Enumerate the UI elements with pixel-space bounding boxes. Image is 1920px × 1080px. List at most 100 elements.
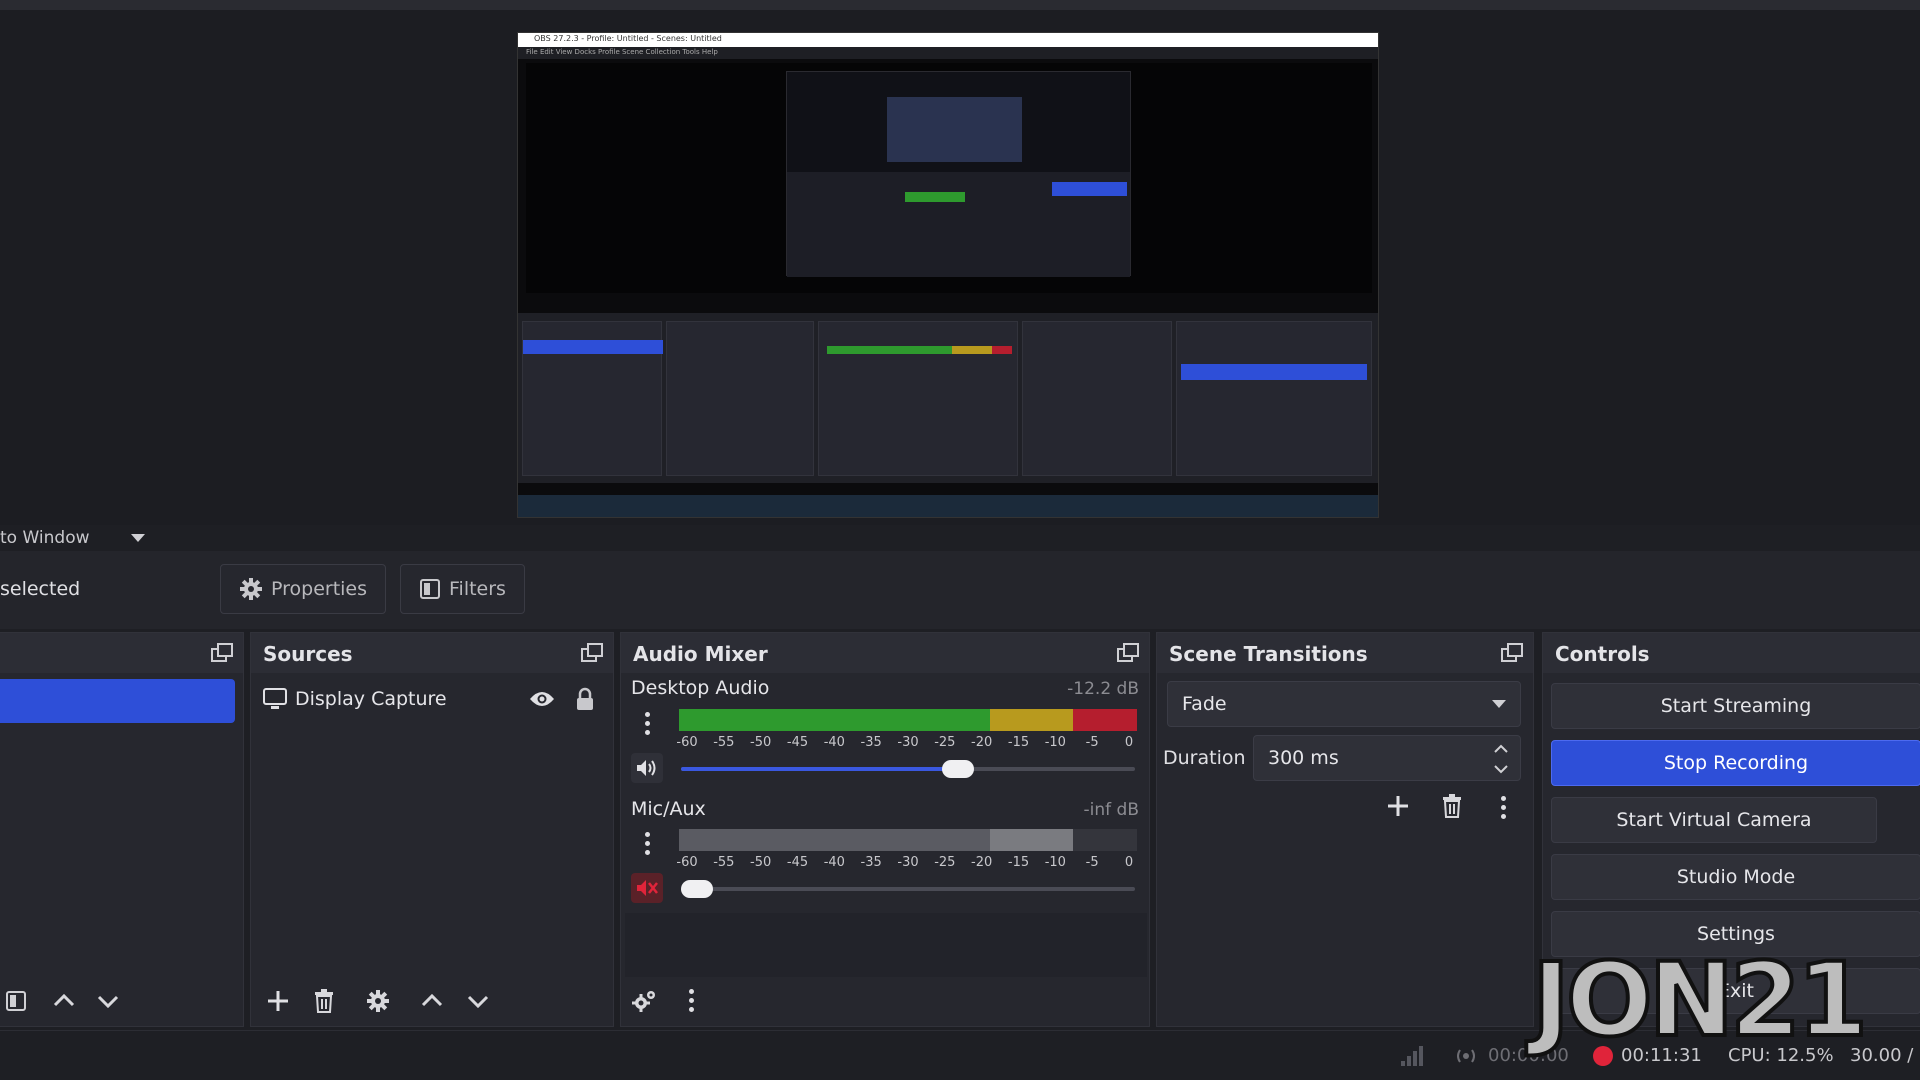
stop-recording-button[interactable]: Stop Recording	[1551, 740, 1920, 786]
scenes-dock-header	[0, 633, 243, 673]
nested-title-bar: OBS 27.2.3 - Profile: Untitled - Scenes:…	[518, 33, 1378, 47]
undock-icon[interactable]	[1501, 643, 1523, 663]
scene-transitions-dock: Scene Transitions Fade Duration 300 ms	[1156, 632, 1534, 1027]
undock-icon[interactable]	[1117, 643, 1139, 663]
meter-tick-label: -55	[713, 735, 735, 750]
start-virtual-camera-button[interactable]: Start Virtual Camera	[1551, 797, 1877, 843]
duration-spinbox[interactable]: 300 ms	[1253, 735, 1521, 781]
channel-db-mic-aux: -inf dB	[1083, 800, 1139, 820]
mixer-empty-area	[625, 913, 1147, 977]
move-source-down-icon[interactable]	[459, 982, 497, 1020]
scale-dropdown-caret-icon[interactable]	[131, 534, 145, 542]
meter-tick-label: -35	[860, 855, 882, 870]
filters-label: Filters	[449, 578, 506, 600]
audio-mixer-title: Audio Mixer	[633, 642, 768, 666]
no-source-selected-label: selected	[0, 578, 81, 600]
chevron-down-icon	[1492, 700, 1506, 708]
spin-arrows-icon[interactable]	[1492, 740, 1510, 778]
controls-header: Controls	[1543, 633, 1920, 673]
nested-menu-text: File Edit View Docks Profile Scene Colle…	[526, 48, 718, 56]
mic-aux-volume-track[interactable]	[681, 887, 1135, 891]
meter-tick-label: -25	[934, 855, 956, 870]
transition-menu-icon[interactable]	[1487, 789, 1519, 825]
network-signal-icon	[1401, 1046, 1423, 1066]
desktop-audio-volume-knob[interactable]	[941, 760, 974, 778]
nested-menu-bar: File Edit View Docks Profile Scene Colle…	[518, 47, 1378, 59]
meter-tick-label: -10	[1044, 855, 1066, 870]
desktop-audio-menu-icon[interactable]	[631, 705, 663, 741]
channel-db-desktop-audio: -12.2 dB	[1067, 679, 1139, 699]
source-item[interactable]: Display Capture	[263, 679, 603, 719]
speaker-icon[interactable]	[631, 753, 663, 783]
scenes-dock	[0, 632, 244, 1027]
meter-tick-label: -40	[823, 855, 845, 870]
source-properties-gear-icon[interactable]	[359, 982, 397, 1020]
meter-tick-label: -45	[786, 855, 809, 870]
filters-icon	[420, 579, 440, 599]
meter-segment	[990, 829, 1073, 851]
scenes-toolbar	[0, 978, 243, 1026]
sources-toolbar	[251, 978, 613, 1026]
channel-name-mic-aux: Mic/Aux	[631, 798, 706, 820]
nested-taskbar	[518, 495, 1378, 517]
scene-item-selected[interactable]	[0, 679, 235, 723]
move-source-up-icon[interactable]	[413, 982, 451, 1020]
duration-value: 300 ms	[1268, 747, 1339, 769]
meter-tick-label: -20	[971, 735, 993, 750]
meter-segment	[1072, 709, 1137, 731]
nested-docks	[518, 313, 1378, 483]
audio-mixer-header: Audio Mixer	[621, 633, 1149, 673]
add-transition-icon[interactable]	[1379, 787, 1417, 825]
move-scene-up-icon[interactable]	[45, 982, 83, 1020]
scale-to-window-label[interactable]: to Window	[0, 528, 90, 548]
undock-icon[interactable]	[581, 643, 603, 663]
audio-mixer-toolbar	[621, 978, 1149, 1026]
transition-select[interactable]: Fade	[1167, 681, 1521, 727]
filters-button[interactable]: Filters	[400, 564, 525, 614]
lock-icon[interactable]	[575, 687, 595, 711]
muted-mic-icon[interactable]	[631, 873, 663, 903]
scene-transitions-header: Scene Transitions	[1157, 633, 1533, 673]
trash-icon[interactable]	[305, 982, 343, 1020]
preview-area[interactable]: OBS 27.2.3 - Profile: Untitled - Scenes:…	[0, 10, 1920, 525]
mic-aux-volume-knob[interactable]	[681, 880, 713, 898]
streaming-icon	[1457, 1049, 1475, 1063]
meter-tick-label: -15	[1007, 735, 1030, 750]
mic-aux-menu-icon[interactable]	[631, 825, 663, 861]
meter-tick-label: -5	[1085, 735, 1099, 750]
properties-label: Properties	[271, 578, 368, 600]
preview-display-capture: OBS 27.2.3 - Profile: Untitled - Scenes:…	[517, 32, 1379, 518]
remove-transition-trash-icon[interactable]	[1433, 787, 1471, 825]
scene-transitions-title: Scene Transitions	[1169, 642, 1368, 666]
mixer-menu-icon[interactable]	[675, 982, 707, 1018]
add-source-icon[interactable]	[259, 982, 297, 1020]
move-scene-down-icon[interactable]	[89, 982, 127, 1020]
meter-tick-label: -15	[1007, 855, 1030, 870]
nested-title-text: OBS 27.2.3 - Profile: Untitled - Scenes:…	[534, 34, 722, 43]
meter-tick-label: -10	[1044, 735, 1066, 750]
scene-filters-icon[interactable]	[0, 982, 35, 1020]
meter-tick-label: -30	[897, 735, 919, 750]
audio-mixer-dock: Audio Mixer Desktop Audio -12.2 dB -60 -5…	[620, 632, 1150, 1027]
studio-mode-button[interactable]: Studio Mode	[1551, 854, 1920, 900]
start-streaming-button[interactable]: Start Streaming	[1551, 683, 1920, 729]
controls-title: Controls	[1555, 642, 1650, 666]
advanced-audio-properties-icon[interactable]	[625, 982, 663, 1020]
preview-scale-row: to Window	[0, 525, 1920, 551]
transition-select-value: Fade	[1182, 693, 1227, 715]
undock-icon[interactable]	[211, 643, 233, 663]
meter-tick-label: -50	[750, 735, 772, 750]
desktop-audio-meter	[679, 709, 1137, 731]
channel-name-desktop-audio: Desktop Audio	[631, 677, 770, 699]
context-bar: selected Properties Filters	[0, 551, 1920, 629]
desktop-audio-volume-fill	[681, 767, 958, 771]
meter-tick-label: -35	[860, 735, 882, 750]
meter-tick-label: -30	[897, 855, 919, 870]
properties-button[interactable]: Properties	[220, 564, 387, 614]
meter-tick-label: -20	[971, 855, 993, 870]
monitor-icon	[263, 688, 287, 709]
meter-tick-label: -60	[676, 855, 698, 870]
eye-icon[interactable]	[529, 689, 555, 709]
meter-segment	[679, 709, 991, 731]
source-item-label: Display Capture	[295, 688, 447, 710]
